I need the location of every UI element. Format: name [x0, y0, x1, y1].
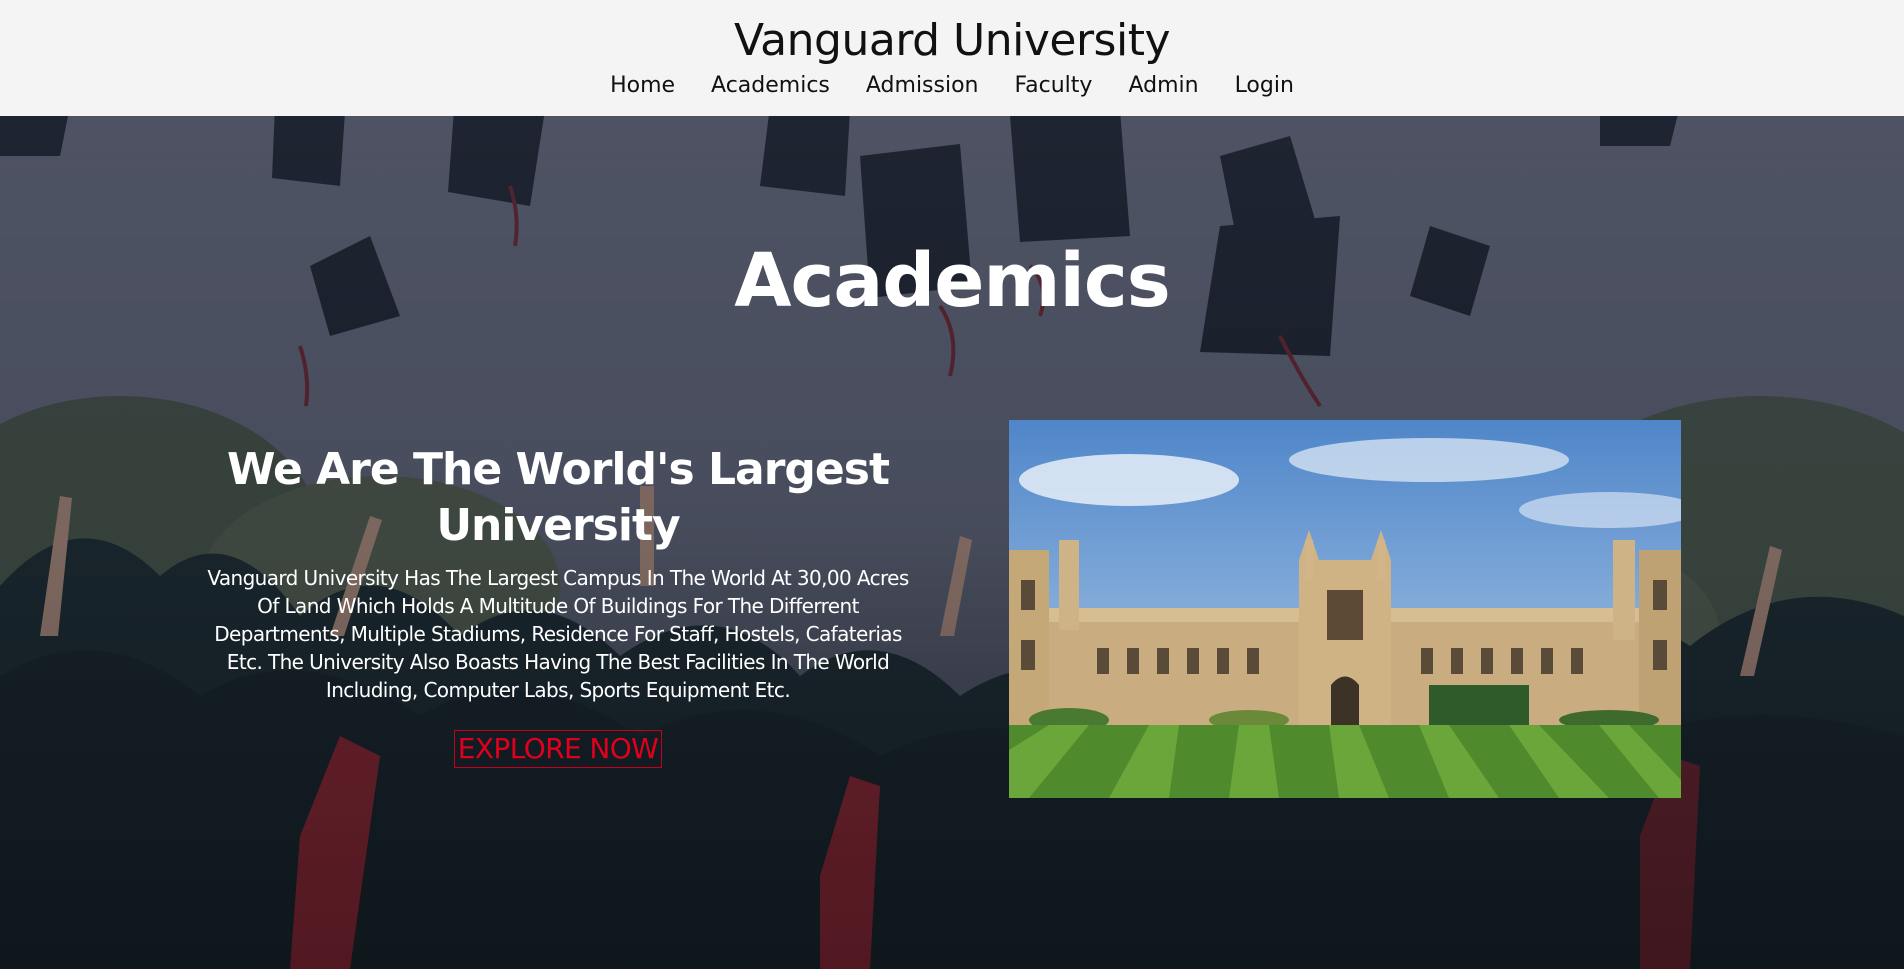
site-title[interactable]: Vanguard University — [0, 14, 1904, 68]
explore-now-button[interactable]: EXPLORE NOW — [453, 730, 663, 768]
nav-faculty[interactable]: Faculty — [997, 70, 1111, 102]
hero-section: Academics We Are The World's Largest Uni… — [0, 116, 1904, 969]
intro-headline: We Are The World's Largest University — [227, 444, 890, 551]
nav-login[interactable]: Login — [1217, 70, 1312, 102]
nav-admin[interactable]: Admin — [1110, 70, 1216, 102]
nav-academics[interactable]: Academics — [693, 70, 848, 102]
intro-body: Vanguard University Has The Largest Camp… — [207, 566, 909, 702]
main-nav: Home Academics Admission Faculty Admin L… — [0, 70, 1904, 102]
page-heading: Academics — [734, 237, 1171, 324]
nav-admission[interactable]: Admission — [848, 70, 997, 102]
nav-home[interactable]: Home — [592, 70, 693, 102]
site-header: Vanguard University Home Academics Admis… — [0, 0, 1904, 116]
campus-photo — [1009, 420, 1681, 798]
intro-block: We Are The World's Largest University Va… — [198, 442, 918, 768]
